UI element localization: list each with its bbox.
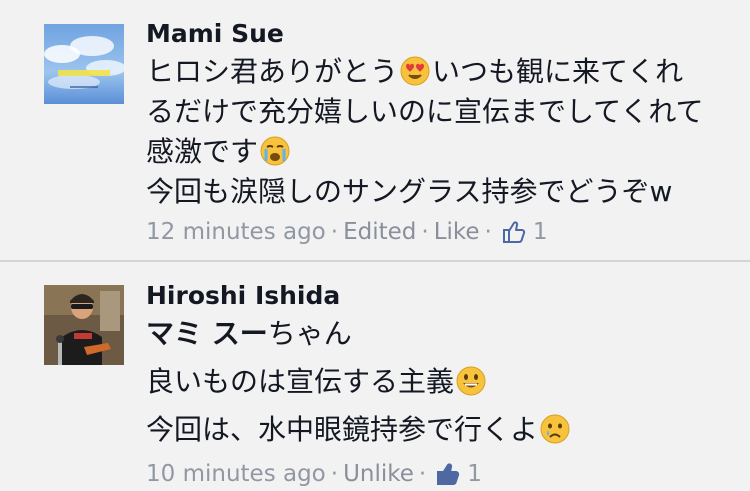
meta-separator: · bbox=[418, 461, 427, 487]
avatar[interactable] bbox=[44, 24, 124, 104]
comment-meta: 10 minutes ago · Unlike · 1 bbox=[146, 456, 710, 491]
comment-text-segment: 感激です bbox=[146, 135, 259, 168]
comment-body: Hiroshi Ishida マミ スーちゃん 良いものは宣伝する主義 今回は、… bbox=[146, 278, 710, 491]
comment-timestamp[interactable]: 10 minutes ago bbox=[146, 461, 326, 487]
comment-timestamp[interactable]: 12 minutes ago bbox=[146, 219, 326, 245]
meta-separator: · bbox=[330, 461, 339, 487]
crying-emoji-icon bbox=[260, 136, 290, 166]
comment-text-segment: 良いものは宣伝する主義 bbox=[146, 365, 455, 398]
comment-author[interactable]: Mami Sue bbox=[146, 16, 710, 52]
comment-line: 良いものは宣伝する主義 bbox=[146, 362, 710, 402]
like-link[interactable]: Like bbox=[434, 219, 480, 245]
edited-link[interactable]: Edited bbox=[343, 219, 416, 245]
comment-meta: 12 minutes ago · Edited · Like · 1 bbox=[146, 214, 710, 256]
like-count[interactable]: 1 bbox=[533, 219, 548, 245]
comment-text-segment: ヒロシ君ありがとう bbox=[146, 55, 399, 88]
comment-text-segment: いつも観に来てくれ bbox=[432, 55, 684, 88]
comment-body: Mami Sue ヒロシ君ありがとう いつも観に来てくれ るだけで充分嬉しいのに宣… bbox=[146, 16, 710, 256]
grin-emoji-icon bbox=[456, 366, 486, 396]
mention-tag[interactable]: マミ スー bbox=[146, 317, 268, 350]
comment-text: ヒロシ君ありがとう いつも観に来てくれ るだけで充分嬉しいのに宣伝までしてくれて … bbox=[146, 52, 710, 212]
album-cover-sky-icon bbox=[44, 24, 124, 104]
meta-separator: · bbox=[484, 219, 492, 245]
comment-line: 今回も涙隠しのサングラス持参でどうぞw bbox=[146, 175, 673, 208]
comment-thread: Mami Sue ヒロシ君ありがとう いつも観に来てくれ るだけで充分嬉しいのに宣… bbox=[0, 0, 750, 491]
comment-text-segment: ちゃん bbox=[267, 317, 352, 350]
sad-tear-emoji-icon bbox=[540, 414, 570, 444]
comment-line: 今回は、水中眼鏡持参で行くよ bbox=[146, 410, 710, 450]
comment-text-segment: 今回は、水中眼鏡持参で行くよ bbox=[146, 413, 539, 446]
heart-eyes-emoji-icon bbox=[400, 56, 430, 86]
comment: Mami Sue ヒロシ君ありがとう いつも観に来てくれ るだけで充分嬉しいのに宣… bbox=[0, 0, 750, 262]
comment: Hiroshi Ishida マミ スーちゃん 良いものは宣伝する主義 今回は、… bbox=[0, 262, 750, 491]
comment-line: ヒロシ君ありがとう いつも観に来てくれ bbox=[146, 52, 710, 92]
avatar[interactable] bbox=[44, 285, 124, 365]
like-count[interactable]: 1 bbox=[467, 461, 482, 487]
unlike-link[interactable]: Unlike bbox=[343, 461, 414, 487]
comment-line: マミ スーちゃん bbox=[146, 314, 710, 354]
guitarist-photo-icon bbox=[44, 285, 124, 365]
thumbs-up-icon[interactable] bbox=[435, 461, 461, 491]
comment-text: マミ スーちゃん 良いものは宣伝する主義 今回は、水中眼鏡持参で行くよ bbox=[146, 314, 710, 450]
thumbs-up-icon[interactable] bbox=[501, 219, 527, 256]
meta-separator: · bbox=[330, 219, 339, 245]
comment-author[interactable]: Hiroshi Ishida bbox=[146, 278, 710, 314]
meta-separator: · bbox=[421, 219, 429, 245]
comment-line: るだけで充分嬉しいのに宣伝までしてくれて bbox=[146, 95, 704, 128]
comment-line: 感激です bbox=[146, 132, 710, 172]
